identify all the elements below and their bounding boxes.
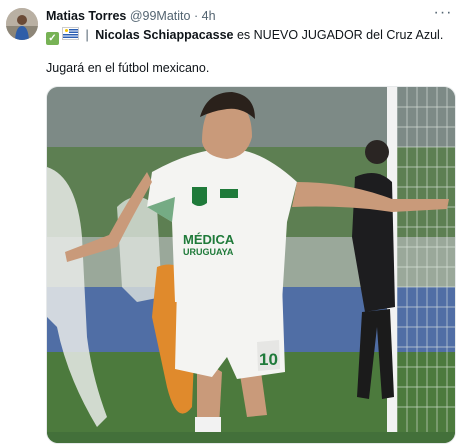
tweet-text-line-1: ✓ | Nicolas Schiappacasse es NUEVO JUGAD… (46, 27, 443, 45)
more-options-button[interactable]: ··· (430, 5, 456, 23)
profile-photo (6, 8, 38, 40)
avatar[interactable] (6, 8, 38, 40)
player-name: Nicolas Schiappacasse (95, 28, 234, 42)
sponsor-sub: URUGUAYA (183, 247, 234, 257)
football-celebration-photo: 10 MÉDICA URUGUAYA (47, 87, 455, 443)
announcement-text: es NUEVO JUGADOR del Cruz Azul. (236, 28, 444, 42)
tweet[interactable]: Matias Torres @99Matito · 4h ··· ✓ | Nic… (0, 0, 462, 448)
separator-dot: · (193, 9, 199, 23)
author-name[interactable]: Matias Torres (46, 9, 126, 23)
sponsor-main: MÉDICA (183, 232, 235, 247)
tweet-text-line-2: Jugará en el fútbol mexicano. (46, 61, 210, 75)
author-handle[interactable]: @99Matito (130, 9, 191, 23)
tweet-timestamp[interactable]: 4h (202, 9, 216, 23)
more-horizontal-icon: ··· (433, 4, 453, 21)
tweet-header: Matias Torres @99Matito · 4h (46, 9, 216, 23)
check-mark-icon: ✓ (46, 32, 59, 45)
shorts-number: 10 (259, 350, 278, 369)
uruguay-flag-icon (62, 27, 79, 40)
tweet-photo[interactable]: 10 MÉDICA URUGUAYA (46, 86, 456, 444)
text-separator: | (85, 28, 89, 42)
